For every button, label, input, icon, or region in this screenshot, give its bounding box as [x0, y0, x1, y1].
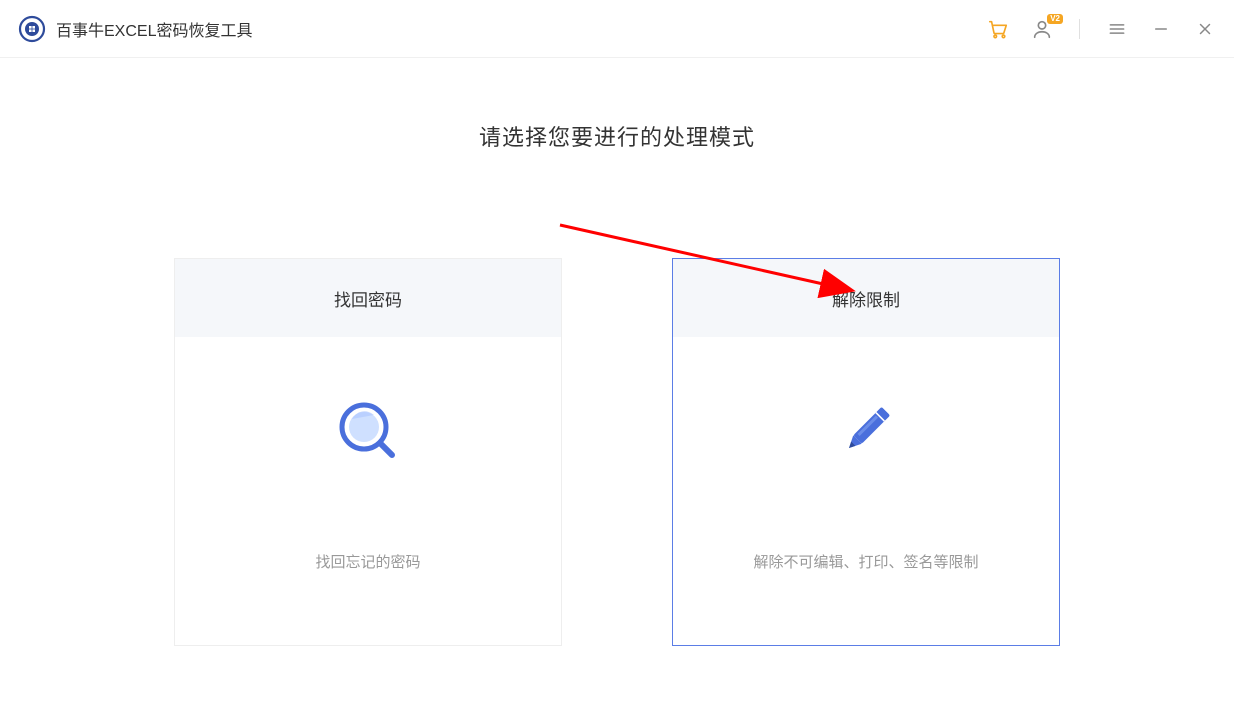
- menu-icon[interactable]: [1106, 18, 1128, 40]
- magnifier-icon: [328, 391, 408, 471]
- cart-icon[interactable]: [987, 18, 1009, 40]
- card-remove-restriction[interactable]: 解除限制 解除不可编辑、打印、签名等限制: [672, 258, 1060, 646]
- app-logo-icon: [18, 15, 46, 43]
- pencil-icon: [826, 391, 906, 471]
- main-content: 请选择您要进行的处理模式 找回密码 找回忘记的密码 解除限制: [0, 58, 1234, 646]
- mode-cards: 找回密码 找回忘记的密码 解除限制: [0, 258, 1234, 646]
- app-title: 百事牛EXCEL密码恢复工具: [56, 17, 252, 41]
- card-unlock-title: 解除限制: [673, 259, 1059, 337]
- card-recover-title: 找回密码: [175, 259, 561, 337]
- user-badge: V2: [1047, 14, 1063, 24]
- card-unlock-desc: 解除不可编辑、打印、签名等限制: [753, 551, 978, 572]
- divider: [1079, 19, 1080, 39]
- minimize-icon[interactable]: [1150, 18, 1172, 40]
- card-recover-body: 找回忘记的密码: [175, 337, 561, 645]
- titlebar-right: V2: [987, 18, 1216, 40]
- page-heading: 请选择您要进行的处理模式: [0, 120, 1234, 152]
- card-unlock-body: 解除不可编辑、打印、签名等限制: [673, 337, 1059, 645]
- close-icon[interactable]: [1194, 18, 1216, 40]
- titlebar: 百事牛EXCEL密码恢复工具 V2: [0, 0, 1234, 58]
- titlebar-left: 百事牛EXCEL密码恢复工具: [18, 15, 252, 43]
- user-icon[interactable]: V2: [1031, 18, 1053, 40]
- card-recover-password[interactable]: 找回密码 找回忘记的密码: [174, 258, 562, 646]
- card-recover-desc: 找回忘记的密码: [315, 551, 420, 572]
